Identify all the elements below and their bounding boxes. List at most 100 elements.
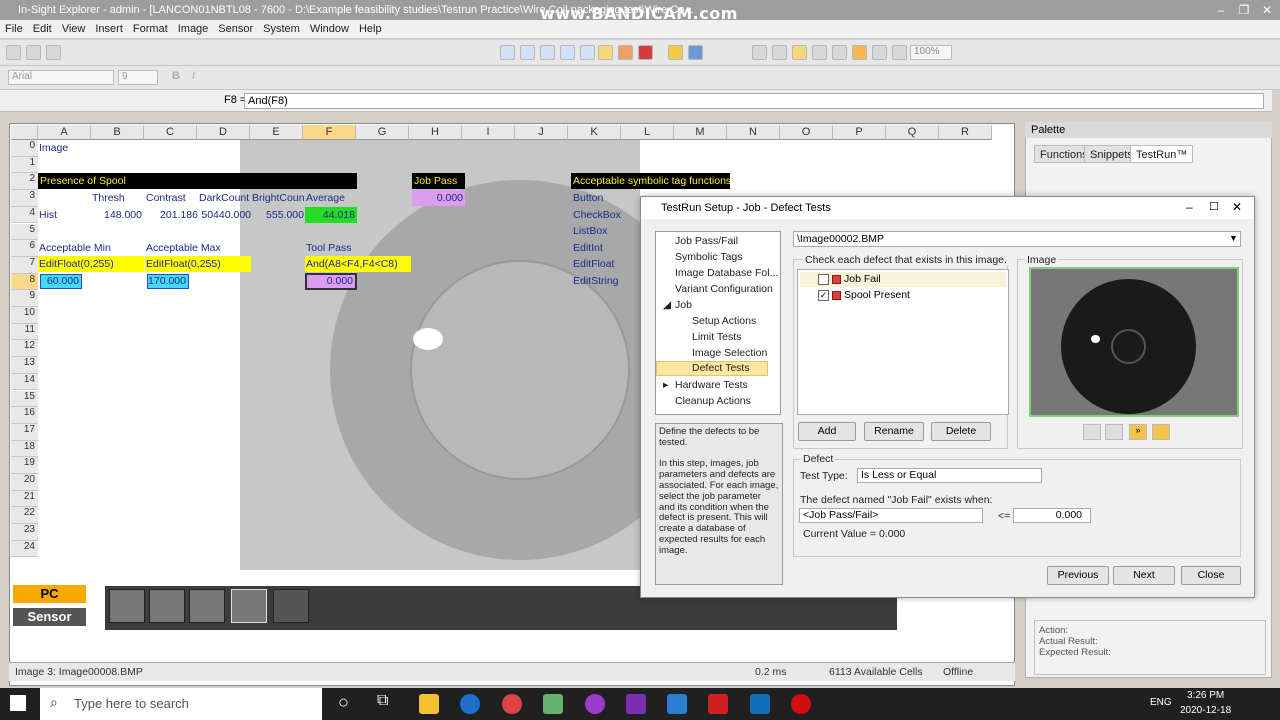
language-indicator[interactable]: ENG bbox=[1150, 697, 1172, 708]
tree-item-defect-tests[interactable]: Defect Tests bbox=[656, 361, 768, 376]
tree-item-setup-actions[interactable]: Setup Actions bbox=[692, 315, 756, 327]
tree-item-symbolic-tags[interactable]: Symbolic Tags bbox=[675, 251, 743, 263]
cortana-icon[interactable]: ○ bbox=[338, 692, 349, 713]
dialog-minimize-icon[interactable]: – bbox=[1186, 200, 1193, 214]
online-icon[interactable] bbox=[852, 45, 867, 60]
row-header-1[interactable]: 1 bbox=[11, 156, 38, 174]
trello-icon[interactable] bbox=[750, 694, 770, 714]
zoom-in-icon[interactable] bbox=[500, 45, 515, 60]
bold-icon[interactable]: B bbox=[172, 70, 180, 82]
row-header-2[interactable]: 2 bbox=[11, 173, 38, 191]
row-header-20[interactable]: 20 bbox=[11, 474, 38, 491]
row-header-24[interactable]: 24 bbox=[11, 540, 38, 558]
menu-edit[interactable]: Edit bbox=[28, 20, 57, 38]
tab-testrun[interactable]: TestRun™ bbox=[1130, 145, 1194, 163]
cell-a7[interactable]: EditFloat(0,255) bbox=[38, 256, 144, 272]
vivaldi-icon[interactable] bbox=[502, 694, 522, 714]
sensor-mode-button[interactable]: Sensor bbox=[13, 608, 86, 626]
restore-icon[interactable]: ❐ bbox=[1233, 0, 1255, 20]
file-explorer-icon[interactable] bbox=[419, 694, 439, 714]
previous-button[interactable]: Previous bbox=[1047, 566, 1109, 585]
checkbox-checked[interactable]: ✓ bbox=[818, 290, 829, 301]
column-header-f[interactable]: F bbox=[303, 125, 356, 140]
cell-k4[interactable]: CheckBox bbox=[573, 207, 633, 223]
cell-a8[interactable]: 60.000 bbox=[40, 274, 82, 289]
save-icon[interactable] bbox=[46, 45, 61, 60]
defect-item-spool-present[interactable]: ✓ Spool Present bbox=[800, 288, 1006, 303]
row-header-9[interactable]: 9 bbox=[11, 290, 38, 307]
row-header-13[interactable]: 13 bbox=[11, 357, 38, 374]
column-header-d[interactable]: D bbox=[197, 125, 250, 140]
menu-view[interactable]: View bbox=[57, 20, 91, 38]
column-header-e[interactable]: E bbox=[250, 125, 303, 140]
column-header-l[interactable]: L bbox=[621, 125, 674, 140]
filmstrip-thumb[interactable] bbox=[189, 589, 225, 623]
clock-time[interactable]: 3:26 PM bbox=[1187, 690, 1224, 701]
font-select[interactable]: Arial bbox=[8, 70, 114, 85]
tree-item-cleanup-actions[interactable]: Cleanup Actions bbox=[675, 395, 751, 407]
cell-c8[interactable]: 170.000 bbox=[147, 274, 189, 289]
column-header-j[interactable]: J bbox=[515, 125, 568, 140]
column-header-r[interactable]: R bbox=[939, 125, 992, 140]
row-header-4[interactable]: 4 bbox=[11, 206, 38, 224]
row-header-3[interactable]: 3 bbox=[11, 190, 38, 207]
insight-icon[interactable] bbox=[543, 694, 563, 714]
clock-date[interactable]: 2020-12-18 bbox=[1180, 705, 1231, 716]
overlay-icon[interactable] bbox=[772, 45, 787, 60]
column-header-q[interactable]: Q bbox=[886, 125, 939, 140]
column-header-k[interactable]: K bbox=[568, 125, 621, 140]
cell-k7[interactable]: EditFloat bbox=[573, 256, 633, 272]
cell-h2[interactable]: Job Pass bbox=[412, 173, 465, 189]
close-button[interactable]: Close bbox=[1181, 566, 1241, 585]
menu-file[interactable]: File bbox=[0, 20, 28, 38]
cell-c3[interactable]: Contrast bbox=[146, 190, 198, 206]
cell-e3[interactable]: BrightCoun bbox=[252, 190, 304, 206]
setup-tree[interactable]: Job Pass/Fail Symbolic Tags Image Databa… bbox=[655, 231, 781, 415]
collapse-icon[interactable]: ◢ bbox=[663, 299, 671, 311]
row-header-16[interactable]: 16 bbox=[11, 407, 38, 424]
filmstrip-thumb-selected[interactable] bbox=[231, 589, 267, 623]
filmstrip-thumb[interactable] bbox=[273, 589, 309, 623]
tree-item-variant-configuration[interactable]: Variant Configuration bbox=[675, 283, 773, 295]
menu-format[interactable]: Format bbox=[128, 20, 173, 38]
cell-k2[interactable]: Acceptable symbolic tag functions bbox=[571, 173, 730, 189]
cell-a0[interactable]: Image bbox=[39, 140, 99, 156]
row-header-22[interactable]: 22 bbox=[11, 507, 38, 525]
row-header-11[interactable]: 11 bbox=[11, 323, 38, 341]
menu-window[interactable]: Window bbox=[305, 20, 354, 38]
open-icon[interactable] bbox=[26, 45, 41, 60]
row-header-14[interactable]: 14 bbox=[11, 373, 38, 391]
cell-f7[interactable]: And(A8<F4,F4<C8) bbox=[305, 256, 411, 272]
new-icon[interactable] bbox=[6, 45, 21, 60]
value-stepper[interactable]: 0.000 bbox=[1013, 508, 1091, 523]
taskbar-search[interactable]: Type here to search bbox=[40, 688, 322, 720]
zoom-fit-icon[interactable] bbox=[540, 45, 555, 60]
cell-c4[interactable]: 201.186 bbox=[146, 207, 198, 223]
cell-k8[interactable]: EditString bbox=[573, 273, 633, 289]
corner-cell[interactable] bbox=[11, 125, 38, 140]
cell-a4[interactable]: Hist bbox=[39, 207, 89, 223]
cell-a2[interactable]: Presence of Spool bbox=[38, 173, 357, 189]
last-image-icon[interactable] bbox=[1152, 424, 1170, 440]
cell-c7[interactable]: EditFloat(0,255) bbox=[145, 256, 251, 272]
checkbox[interactable] bbox=[818, 274, 829, 285]
edge-icon[interactable] bbox=[460, 694, 480, 714]
row-header-17[interactable]: 17 bbox=[11, 423, 38, 441]
delete-button[interactable]: Delete bbox=[931, 422, 991, 441]
cell-a6[interactable]: Acceptable Min bbox=[39, 240, 139, 256]
spreadsheet-icon[interactable] bbox=[668, 45, 683, 60]
record-icon[interactable] bbox=[638, 45, 653, 60]
zoom-fill-icon[interactable] bbox=[560, 45, 575, 60]
tree-item-image-selection[interactable]: Image Selection bbox=[692, 347, 767, 359]
row-header-10[interactable]: 10 bbox=[11, 307, 38, 324]
row-header-19[interactable]: 19 bbox=[11, 457, 38, 474]
tree-item-job-pass-fail[interactable]: Job Pass/Fail bbox=[675, 235, 738, 247]
events-icon[interactable] bbox=[812, 45, 827, 60]
filmstrip-thumb[interactable] bbox=[149, 589, 185, 623]
zoom-select[interactable]: 100% bbox=[910, 45, 952, 60]
tree-item-hardware-tests[interactable]: Hardware Tests bbox=[675, 379, 748, 391]
row-header-5[interactable]: 5 bbox=[11, 223, 38, 241]
chevron-down-icon[interactable]: ▼ bbox=[1229, 233, 1238, 243]
test-type-select[interactable]: Is Less or Equal bbox=[857, 468, 1042, 483]
grid-icon[interactable] bbox=[688, 45, 703, 60]
